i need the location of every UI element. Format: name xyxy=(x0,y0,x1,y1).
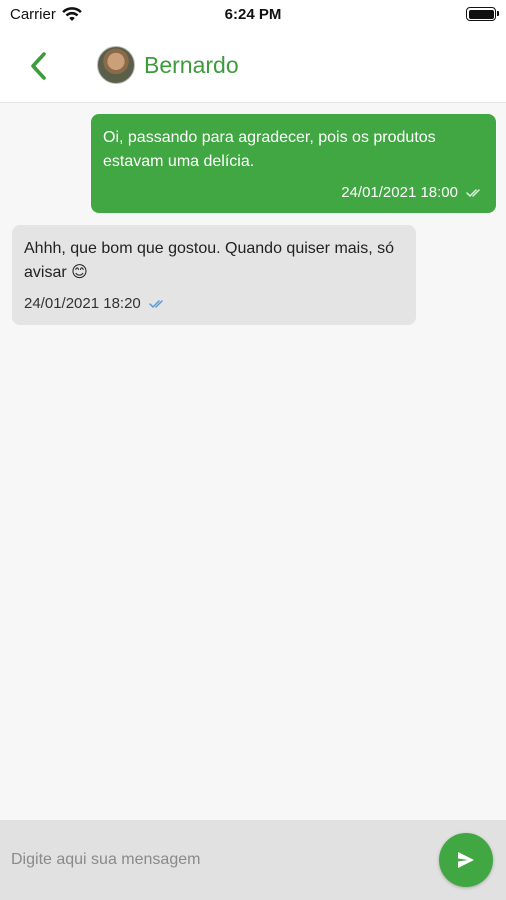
message-timestamp: 24/01/2021 18:00 xyxy=(341,184,458,201)
send-button[interactable] xyxy=(439,833,493,887)
double-check-icon xyxy=(466,188,480,197)
back-button[interactable] xyxy=(22,48,56,84)
message-text: Oi, passando para agradecer, pois os pro… xyxy=(103,129,436,170)
composer-bar xyxy=(0,820,506,900)
message-text: Ahhh, que bom que gostou. Quando quiser … xyxy=(24,240,395,281)
message-meta: 24/01/2021 18:00 xyxy=(103,184,484,201)
message-meta: 24/01/2021 18:20 xyxy=(24,295,404,312)
double-check-icon xyxy=(149,299,163,308)
message-input[interactable] xyxy=(0,820,430,900)
message-bubble-sent[interactable]: Oi, passando para agradecer, pois os pro… xyxy=(91,114,496,213)
status-time: 6:24 PM xyxy=(224,6,282,23)
contact-name[interactable]: Bernardo xyxy=(144,52,239,79)
chat-header: Bernardo xyxy=(0,30,506,103)
message-timestamp: 24/01/2021 18:20 xyxy=(24,295,141,312)
chevron-left-icon xyxy=(31,52,46,80)
send-icon xyxy=(458,852,474,868)
status-bar: Carrier 6:24 PM xyxy=(0,0,506,30)
message-bubble-received[interactable]: Ahhh, que bom que gostou. Quando quiser … xyxy=(12,225,416,325)
battery-icon xyxy=(466,7,499,21)
avatar[interactable] xyxy=(97,46,135,84)
